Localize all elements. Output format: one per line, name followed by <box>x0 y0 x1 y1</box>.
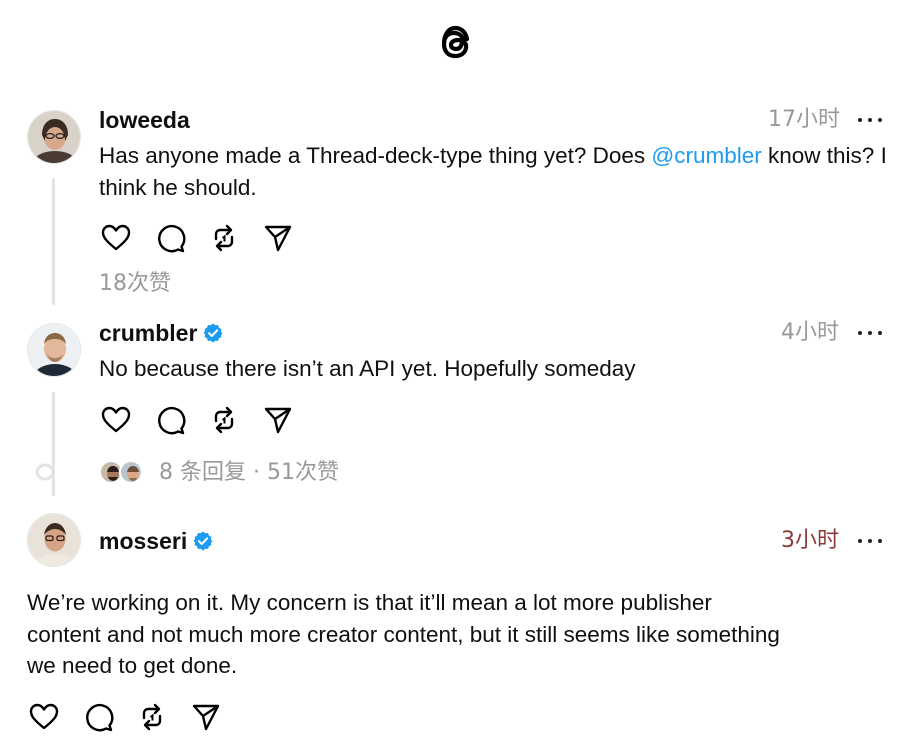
heart-icon[interactable] <box>100 404 132 436</box>
repost-icon[interactable] <box>208 404 240 436</box>
reply-avatar <box>119 460 143 484</box>
mention-link[interactable]: @crumbler <box>651 143 761 168</box>
comment-icon[interactable] <box>82 701 114 733</box>
thread-loop-icon <box>35 463 55 481</box>
post-text-part: Has anyone made a Thread-deck-type thing… <box>99 143 652 168</box>
heart-icon[interactable] <box>100 222 132 254</box>
heart-icon[interactable] <box>28 701 60 733</box>
threads-conversation: loweeda 17小时 Has anyone made a Thread-de… <box>0 0 898 747</box>
post-time[interactable]: 17小时 <box>768 106 840 134</box>
more-icon[interactable] <box>858 108 882 132</box>
share-icon[interactable] <box>262 222 294 254</box>
post-text-line: content and not much more creator conten… <box>27 621 780 647</box>
post-text-line: we need to get done. <box>27 653 238 678</box>
replies-count[interactable]: 8 条回复 · 51次赞 <box>159 459 339 487</box>
repost-icon[interactable] <box>208 222 240 254</box>
username-crumbler[interactable]: crumbler <box>99 319 223 347</box>
share-icon[interactable] <box>262 404 294 436</box>
thread-connector <box>52 178 55 305</box>
replies-summary[interactable]: 8 条回复 · 51次赞 <box>99 459 339 487</box>
post-actions <box>28 701 222 733</box>
verified-icon <box>203 323 223 343</box>
more-icon[interactable] <box>858 529 882 553</box>
post-time[interactable]: 3小时 <box>781 527 839 555</box>
post-text: We’re working on it. My concern is that … <box>27 587 887 682</box>
share-icon[interactable] <box>190 701 222 733</box>
avatar-mosseri[interactable] <box>27 513 81 567</box>
reply-avatars <box>99 460 145 486</box>
more-icon[interactable] <box>858 321 882 345</box>
post-actions <box>100 404 294 436</box>
repost-icon[interactable] <box>136 701 168 733</box>
post-time[interactable]: 4小时 <box>781 319 839 347</box>
comment-icon[interactable] <box>154 222 186 254</box>
verified-icon <box>193 531 213 551</box>
post-text: Has anyone made a Thread-deck-type thing… <box>99 140 889 203</box>
username-mosseri[interactable]: mosseri <box>99 527 213 555</box>
comment-icon[interactable] <box>154 404 186 436</box>
post-text: No because there isn’t an API yet. Hopef… <box>99 356 636 381</box>
threads-logo-icon[interactable] <box>431 20 479 68</box>
post-text-line: We’re working on it. My concern is that … <box>27 590 712 615</box>
likes-count[interactable]: 18次赞 <box>99 270 171 298</box>
username-label[interactable]: mosseri <box>99 527 187 555</box>
avatar-crumbler[interactable] <box>27 323 81 377</box>
avatar-loweeda[interactable] <box>27 110 81 164</box>
post-actions <box>100 222 294 254</box>
username-label[interactable]: crumbler <box>99 319 197 347</box>
username-loweeda[interactable]: loweeda <box>99 106 190 134</box>
username-label[interactable]: loweeda <box>99 106 190 134</box>
